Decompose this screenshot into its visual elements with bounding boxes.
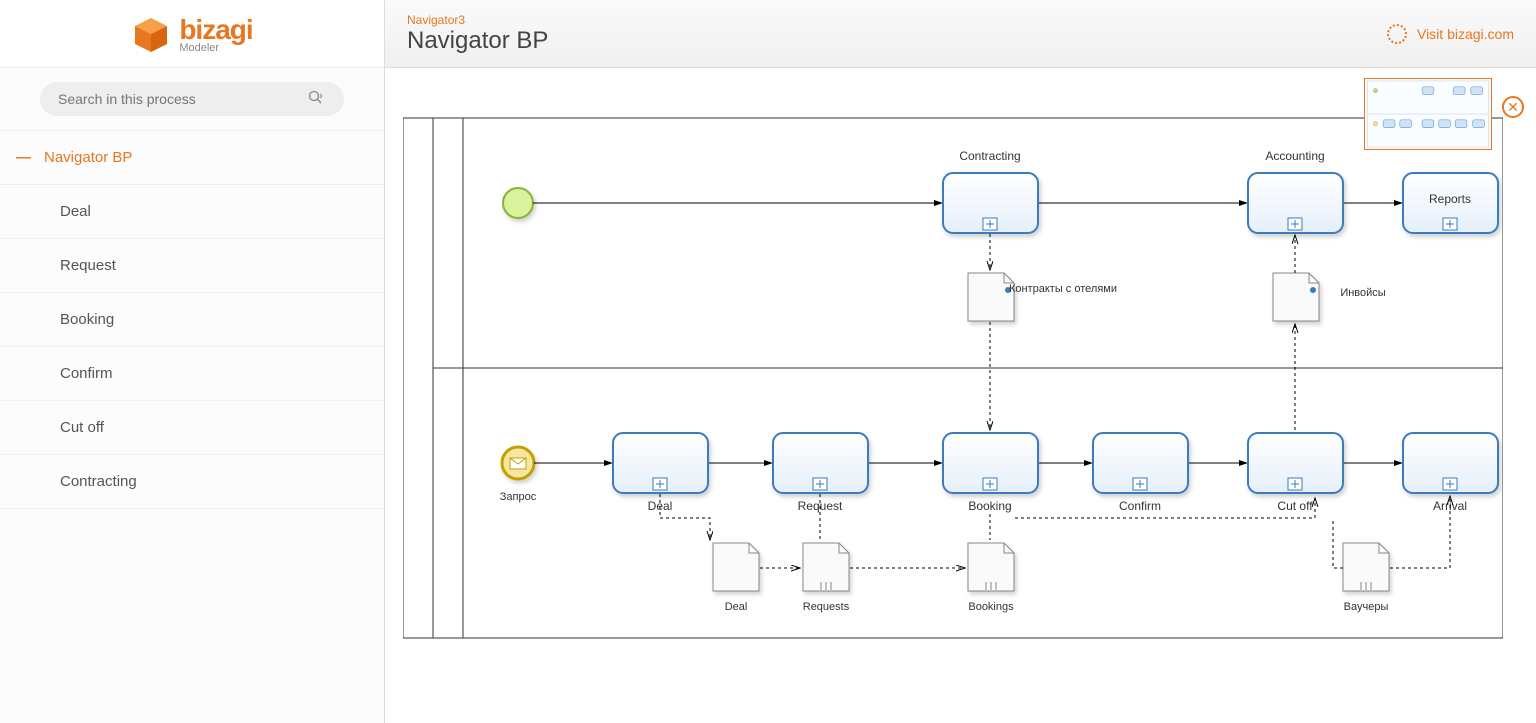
tree-item-request[interactable]: Request (0, 239, 384, 293)
close-minimap-icon[interactable]: ✕ (1502, 96, 1524, 118)
logo-text: bizagi (179, 14, 252, 45)
tree-item-contracting[interactable]: Contracting (0, 455, 384, 509)
svg-text:Reports: Reports (1429, 192, 1471, 206)
search-icon[interactable] (308, 90, 322, 107)
task-accounting[interactable]: Accounting (1248, 149, 1343, 233)
bpmn-diagram[interactable]: Navigator Финансовый учет Оперативный уч… (403, 88, 1503, 668)
message-start-event[interactable]: Запрос (500, 447, 537, 503)
logo-cube-icon (131, 14, 171, 54)
collapse-icon: — (16, 149, 30, 166)
tree-item-booking[interactable]: Booking (0, 293, 384, 347)
task-booking[interactable]: Booking (943, 433, 1038, 513)
doc-requests[interactable]: Requests (803, 543, 850, 613)
process-tree: — Navigator BP Deal Request Booking Conf… (0, 130, 384, 509)
minimap[interactable] (1364, 78, 1492, 150)
svg-text:Contracting: Contracting (959, 149, 1020, 163)
tree-item-deal[interactable]: Deal (0, 185, 384, 239)
tree-item-cutoff[interactable]: Cut off (0, 401, 384, 455)
start-event[interactable] (503, 188, 533, 218)
main: Navigator3 Navigator BP Visit bizagi.com (385, 0, 1536, 723)
svg-text:Accounting: Accounting (1265, 149, 1324, 163)
tree-item-confirm[interactable]: Confirm (0, 347, 384, 401)
doc-vouchers[interactable]: Ваучеры (1343, 543, 1389, 613)
doc-bookings[interactable]: Bookings (968, 543, 1014, 613)
svg-text:Confirm: Confirm (1119, 499, 1161, 513)
svg-text:Ваучеры: Ваучеры (1344, 601, 1389, 613)
sidebar: bizagi Modeler — Navigator BP Deal Reque… (0, 0, 385, 723)
task-reports[interactable]: Reports (1403, 173, 1498, 233)
tree-root-label: Navigator BP (44, 149, 132, 166)
breadcrumb[interactable]: Navigator3 (407, 13, 548, 27)
svg-text:Cut off: Cut off (1277, 499, 1313, 513)
task-cutoff[interactable]: Cut off (1248, 433, 1343, 513)
svg-text:Запрос: Запрос (500, 491, 537, 503)
doc-invoices[interactable]: Инвойсы (1273, 273, 1386, 321)
svg-text:Bookings: Bookings (968, 601, 1014, 613)
target-icon (1387, 24, 1407, 44)
diagram-canvas[interactable]: Navigator Финансовый учет Оперативный уч… (385, 68, 1536, 723)
doc-contracts[interactable]: Контракты с отелями (968, 273, 1117, 321)
topbar: Navigator3 Navigator BP Visit bizagi.com (385, 0, 1536, 68)
visit-bizagi-link[interactable]: Visit bizagi.com (1387, 24, 1514, 44)
svg-text:Booking: Booking (968, 499, 1011, 513)
svg-text:Deal: Deal (725, 601, 748, 613)
tree-root-navigator-bp[interactable]: — Navigator BP (0, 131, 384, 185)
task-confirm[interactable]: Confirm (1093, 433, 1188, 513)
logo: bizagi Modeler (0, 0, 384, 68)
svg-text:Инвойсы: Инвойсы (1340, 287, 1385, 299)
task-contracting[interactable]: Contracting (943, 149, 1038, 233)
svg-text:Requests: Requests (803, 601, 850, 613)
svg-text:Контракты с отелями: Контракты с отелями (1009, 283, 1117, 295)
page-title: Navigator BP (407, 27, 548, 55)
doc-deal[interactable]: Deal (713, 543, 759, 613)
search-input[interactable] (40, 82, 344, 116)
